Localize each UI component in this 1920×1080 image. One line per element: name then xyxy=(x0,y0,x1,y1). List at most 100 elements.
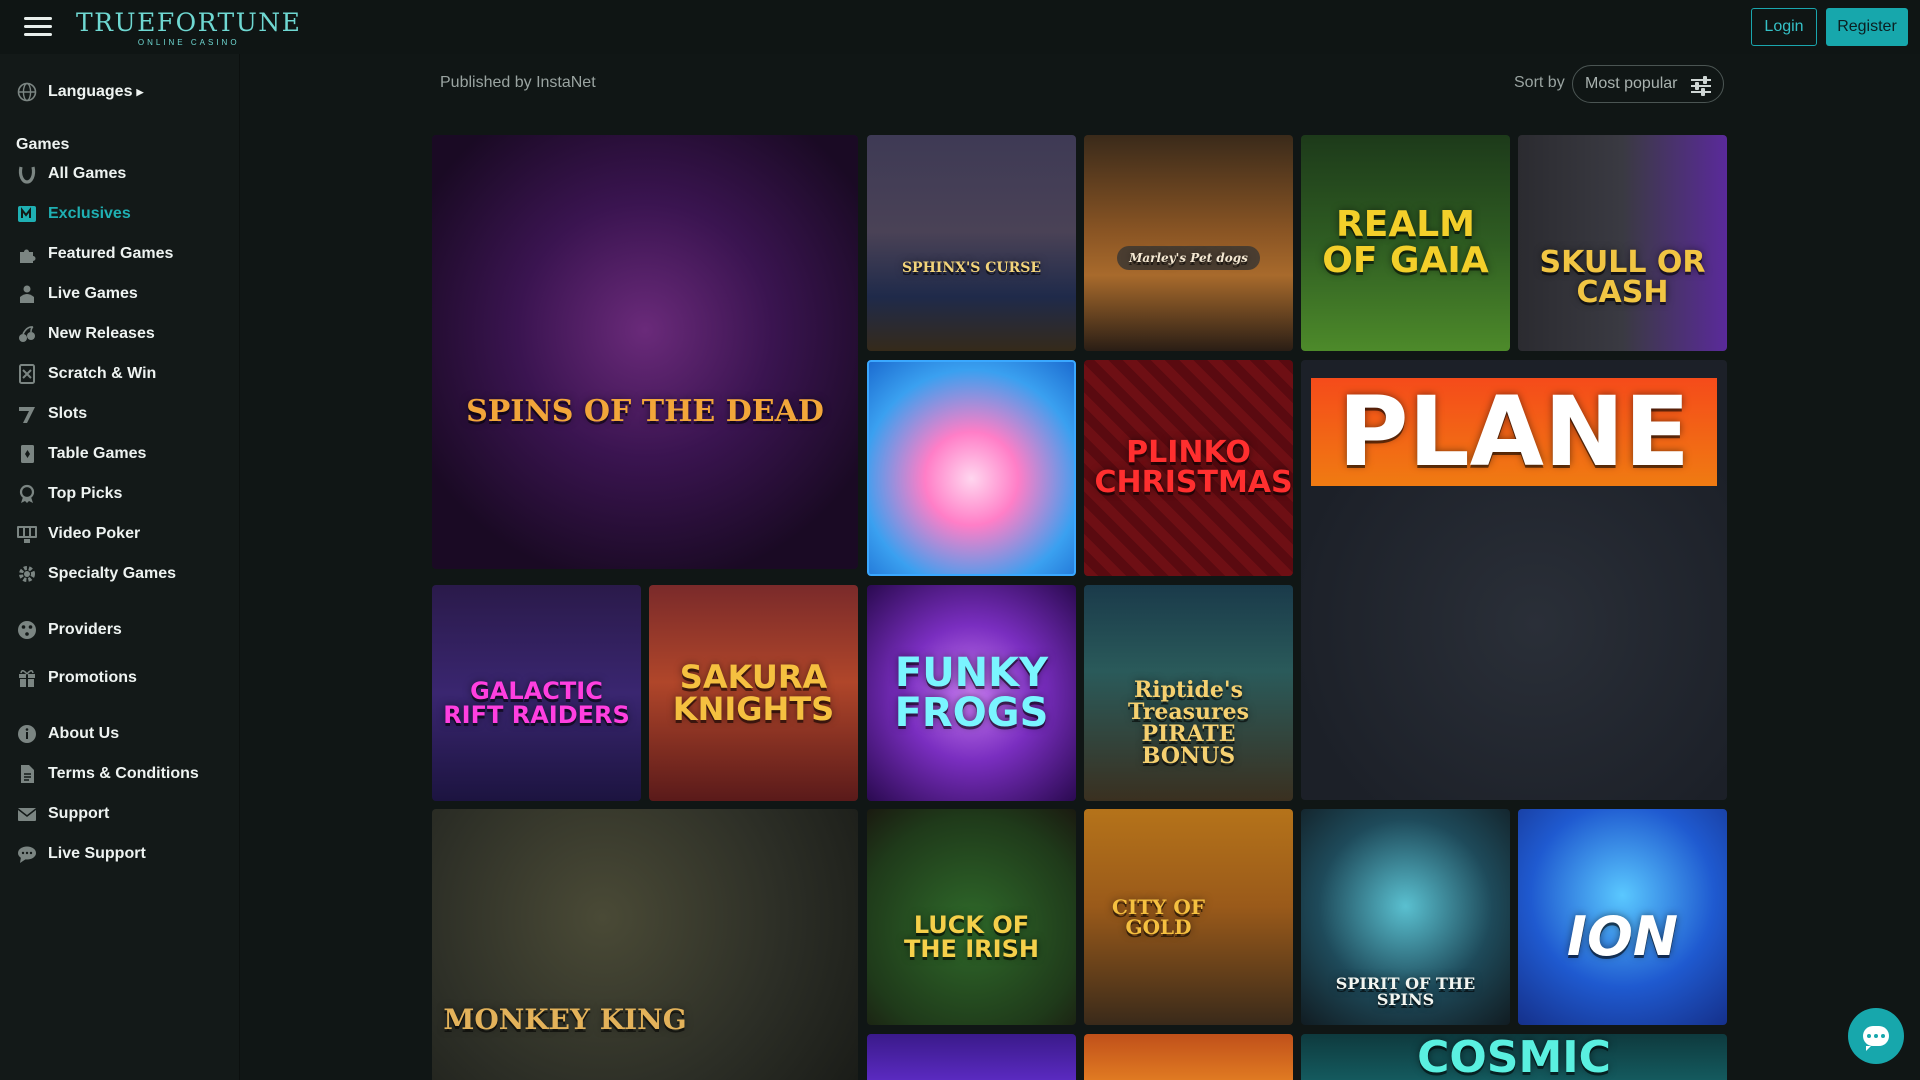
sidebar-item-featured-games[interactable]: Featured Games xyxy=(16,239,173,269)
game-tile-luck-of-the-irish[interactable]: LUCK OF THE IRISH xyxy=(867,809,1076,1025)
sidebar-item-specialty-games[interactable]: Specialty Games xyxy=(16,559,176,589)
live-chat-button[interactable] xyxy=(1848,1008,1904,1064)
caret-right-icon: ▶ xyxy=(136,86,144,97)
sidebar-item-new-releases[interactable]: New Releases xyxy=(16,319,155,349)
game-tile-galactic-rift-raiders[interactable]: GALACTIC RIFT RAIDERS xyxy=(432,585,641,801)
casino-logo[interactable]: TRUEFORTUNE ONLINE CASINO xyxy=(76,10,301,47)
sidebar-item-label: About Us xyxy=(48,725,120,742)
puzzle-icon xyxy=(16,243,38,265)
game-tile-funky-frogs[interactable]: FUNKY FROGS xyxy=(867,585,1076,801)
game-title: CITY OF GOLD xyxy=(1111,895,1206,939)
top-header: TRUEFORTUNE ONLINE CASINO Login Register xyxy=(0,0,1920,54)
sidebar-item-label: Specialty Games xyxy=(48,565,177,582)
sidebar-item-label: Support xyxy=(48,805,110,822)
chat-bubble-icon xyxy=(1863,1026,1889,1051)
cherries-icon xyxy=(16,323,38,345)
cards-icon xyxy=(16,443,38,465)
logo-subtitle: ONLINE CASINO xyxy=(137,38,240,47)
game-title: PLANE xyxy=(1311,378,1717,486)
game-tile-marleys-pet-dogs[interactable]: Marley's Pet dogs xyxy=(1084,135,1293,351)
game-title: COSMIC xyxy=(1417,1034,1611,1080)
game-tile-monkey-king[interactable]: MONKEY KING xyxy=(432,809,858,1080)
game-tile-city-of-gold[interactable]: CITY OF GOLD xyxy=(1084,809,1293,1025)
game-tile-purple-arcade[interactable] xyxy=(867,1034,1076,1080)
sidebar-item-terms[interactable]: Terms & Conditions xyxy=(16,759,199,789)
info-icon xyxy=(16,723,38,745)
games-heading: Games xyxy=(16,136,70,153)
languages-label: Languages xyxy=(48,83,133,100)
game-tile-plinko-christmas[interactable]: PLINKO CHRISTMAS xyxy=(1084,360,1293,576)
sidebar-item-label: Slots xyxy=(48,405,88,422)
sort-value: Most popular xyxy=(1585,75,1678,92)
sidebar-item-exclusives[interactable]: Exclusives xyxy=(16,199,131,229)
game-title: REALM OF GAIA xyxy=(1322,204,1489,281)
mail-icon xyxy=(16,803,38,825)
dealer-icon xyxy=(16,283,38,305)
game-tile-sphinxs-curse[interactable]: SPHINX'S CURSE xyxy=(867,135,1076,351)
game-title: Riptide's Treasures PIRATE BONUS xyxy=(1128,677,1249,769)
game-title: SPIRIT OF THE SPINS xyxy=(1335,974,1476,1009)
gift-icon xyxy=(16,667,38,689)
sidebar-item-video-poker[interactable]: Video Poker xyxy=(16,519,140,549)
game-tile-skull-or-cash[interactable]: SKULL OR CASH xyxy=(1518,135,1727,351)
providers-label: Providers xyxy=(48,621,122,638)
sidebar-item-support[interactable]: Support xyxy=(16,799,109,829)
game-title: SPHINX'S CURSE xyxy=(901,260,1042,276)
promotions-label: Promotions xyxy=(48,669,137,686)
sidebar-item-providers[interactable]: Providers xyxy=(16,615,122,645)
sidebar-item-scratch-win[interactable]: Scratch & Win xyxy=(16,359,156,389)
sidebar-item-about-us[interactable]: About Us xyxy=(16,719,119,749)
sidebar-item-label: Exclusives xyxy=(48,205,131,222)
game-tile-cupcake[interactable] xyxy=(867,360,1076,576)
menu-icon[interactable] xyxy=(24,17,52,37)
sidebar-item-live-games[interactable]: Live Games xyxy=(16,279,138,309)
game-tile-realm-of-gaia[interactable]: REALM OF GAIA xyxy=(1301,135,1510,351)
game-title: MONKEY KING xyxy=(443,1002,687,1036)
video-poker-icon xyxy=(16,523,38,545)
rosette-icon xyxy=(16,483,38,505)
gear-icon xyxy=(16,563,38,585)
sidebar-item-label: Terms & Conditions xyxy=(48,765,199,782)
game-tile-ion[interactable]: ION xyxy=(1518,809,1727,1025)
horseshoe-icon xyxy=(16,163,38,185)
game-tile-sakura-knights[interactable]: SAKURA KNIGHTS xyxy=(649,585,858,801)
seven-icon xyxy=(16,403,38,425)
sidebar-item-slots[interactable]: Slots xyxy=(16,399,87,429)
sidebar-item-label: Video Poker xyxy=(48,525,141,542)
sidebar-item-label: New Releases xyxy=(48,325,155,342)
game-tile-spins-of-the-dead[interactable]: SPINS OF THE DEAD xyxy=(432,135,858,569)
game-title: SAKURA KNIGHTS xyxy=(672,658,835,728)
game-title xyxy=(966,1051,978,1063)
filter-sliders-icon xyxy=(1691,75,1711,96)
providers-icon xyxy=(16,619,38,641)
logo-text: TRUEFORTUNE xyxy=(76,8,302,37)
game-tile-golden-crown[interactable] xyxy=(1084,1034,1293,1080)
register-button[interactable]: Register xyxy=(1826,8,1908,46)
sidebar-item-table-games[interactable]: Table Games xyxy=(16,439,146,469)
globe-icon xyxy=(16,81,38,103)
sort-label: Sort by xyxy=(1514,74,1565,91)
game-title: LUCK OF THE IRISH xyxy=(904,911,1039,963)
sidebar-item-languages[interactable]: Languages ▶ xyxy=(16,77,143,107)
login-button[interactable]: Login xyxy=(1751,8,1817,46)
sidebar-item-top-picks[interactable]: Top Picks xyxy=(16,479,122,509)
sidebar-item-label: Live Support xyxy=(48,845,146,862)
game-title: PLINKO CHRISTMAS xyxy=(1094,435,1293,500)
game-title xyxy=(966,462,978,474)
scratch-card-icon xyxy=(16,363,38,385)
game-tile-plane[interactable]: PLANE xyxy=(1301,360,1727,800)
game-tile-riptides-treasures[interactable]: Riptide's Treasures PIRATE BONUS xyxy=(1084,585,1293,801)
sidebar-item-promotions[interactable]: Promotions xyxy=(16,663,137,693)
game-tile-cosmic[interactable]: COSMIC xyxy=(1301,1034,1727,1080)
sidebar-item-all-games[interactable]: All Games xyxy=(16,159,126,189)
game-tile-spirit-of-the-spins[interactable]: SPIRIT OF THE SPINS xyxy=(1301,809,1510,1025)
publisher-label: Published by InstaNet xyxy=(440,74,596,91)
exclusive-icon xyxy=(16,203,38,225)
sort-dropdown[interactable]: Most popular xyxy=(1572,65,1724,103)
document-icon xyxy=(16,763,38,785)
game-title xyxy=(1183,1051,1195,1063)
game-title: SKULL OR CASH xyxy=(1539,245,1706,310)
game-title: ION xyxy=(1566,905,1679,968)
sidebar-item-label: Table Games xyxy=(48,445,147,462)
sidebar-item-live-support[interactable]: Live Support xyxy=(16,839,146,869)
